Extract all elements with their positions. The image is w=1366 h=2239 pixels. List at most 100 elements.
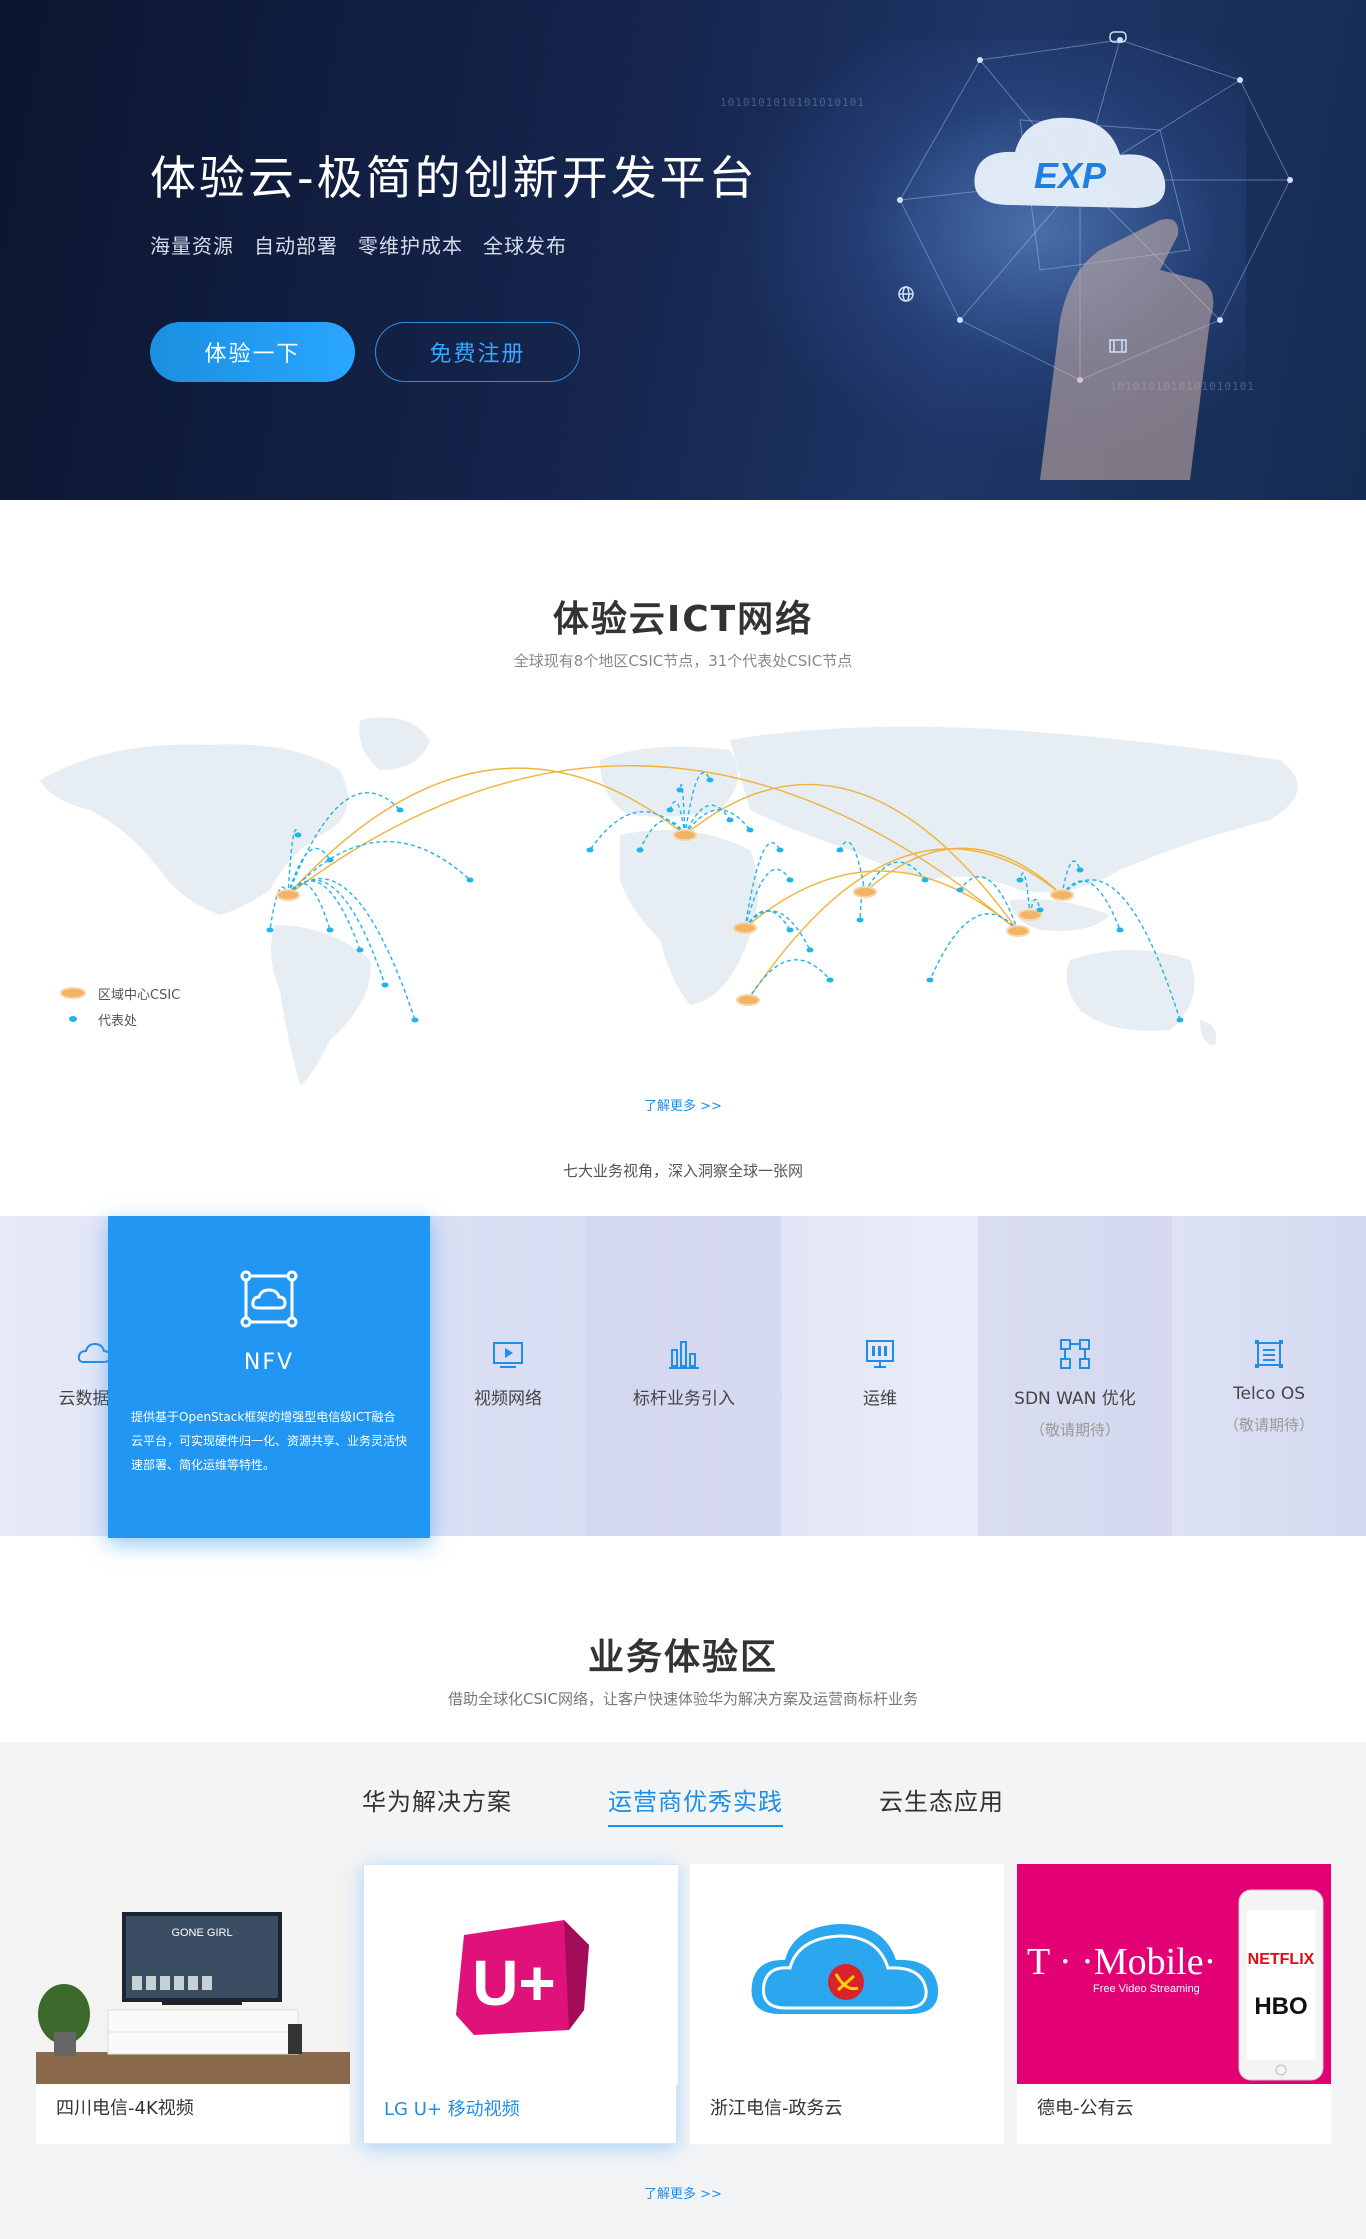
representative-office-marker (69, 1016, 77, 1022)
office-marker (836, 847, 844, 853)
learn-more-link[interactable]: 了解更多 >> (644, 1099, 722, 1114)
case-card[interactable]: GONE GIRL 四川电信-4K视频 (36, 1864, 350, 2144)
hero-title: 体验云-极简的创新开发平台 (150, 151, 758, 205)
perspective-label: 标杆业务引入 (633, 1389, 735, 1409)
gov-cloud-image (690, 1864, 1004, 2084)
office-marker (926, 977, 934, 983)
netflix-logo: NETFLIX (1248, 1951, 1315, 1968)
office-marker (706, 777, 714, 783)
case-caption: 四川电信-4K视频 (56, 2098, 194, 2119)
coming-soon-note: （敬请期待） (1223, 1416, 1314, 1434)
hero-tag: 自动部署 (254, 234, 338, 258)
regional-hub-marker (1006, 925, 1030, 937)
perspective-cloud-data[interactable]: 云数据 (0, 1216, 112, 1536)
case-caption: 德电-公有云 (1037, 2098, 1134, 2119)
office-marker (786, 927, 794, 933)
globe-icon (898, 286, 914, 302)
nfv-title: NFV (243, 1350, 295, 1375)
binary-text: 1010101010101010101 (720, 96, 865, 109)
office-marker (356, 947, 364, 953)
tab-huawei-solutions[interactable]: 华为解决方案 (362, 1782, 512, 1827)
learn-more-link[interactable]: 了解更多 >> (644, 2187, 722, 2202)
coming-soon-note: （敬请期待） (1029, 1421, 1120, 1439)
monitor-icon (866, 1340, 894, 1368)
office-marker (466, 877, 474, 883)
business-title: 业务体验区 (587, 1637, 778, 1678)
perspective-sdn-wan[interactable]: SDN WAN 优化 （敬请期待） (978, 1216, 1172, 1536)
office-marker (411, 1017, 419, 1023)
office-marker (676, 787, 684, 793)
office-marker (326, 927, 334, 933)
office-marker (786, 877, 794, 883)
network-arc (287, 840, 471, 896)
regional-hub-marker (1050, 889, 1074, 901)
office-marker (1176, 1017, 1184, 1023)
register-button[interactable]: 免费注册 (375, 322, 580, 382)
try-now-button[interactable]: 体验一下 (150, 322, 355, 382)
tab-operator-practices[interactable]: 运营商优秀实践 (608, 1782, 783, 1827)
regional-hub-marker (736, 994, 760, 1006)
tv-screen-text: GONE GIRL (171, 1927, 232, 1939)
network-arc (929, 913, 1019, 981)
tmobile-tagline: Free Video Streaming (1093, 1983, 1200, 1995)
office-marker (1016, 877, 1024, 883)
hero-banner: 1010101010101010101 1010101010101010101 … (0, 0, 1366, 500)
office-marker (826, 977, 834, 983)
legend-label: 区域中心CSIC (98, 987, 181, 1003)
tab-cloud-ecosystem[interactable]: 云生态应用 (879, 1782, 1004, 1827)
bar-chart-icon (669, 1341, 699, 1369)
office-marker (396, 807, 404, 813)
office-marker (746, 827, 754, 833)
perspective-label: 视频网络 (474, 1389, 542, 1409)
office-marker (921, 877, 929, 883)
perspective-ops[interactable]: 运维 (782, 1216, 978, 1536)
regional-center-marker (60, 987, 86, 999)
nfv-description: 提供基于OpenStack框架的增强型电信级ICT融合云平台，可实现硬件归一化、… (131, 1410, 408, 1472)
perspective-label: 云数据 (58, 1389, 110, 1409)
office-marker (326, 857, 334, 863)
office-marker (266, 927, 274, 933)
regional-hub-marker (733, 922, 757, 934)
regional-hub-marker (276, 889, 300, 901)
case-caption: 浙江电信-政务云 (710, 2098, 843, 2119)
hero-tag: 海量资源 (150, 234, 234, 258)
sdn-icon (1060, 1339, 1090, 1369)
case-card-active[interactable]: U+ LG U+ 移动视频 (363, 1864, 678, 2144)
case-card[interactable]: T · ·Mobile· Free Video Streaming NETFLI… (1017, 1864, 1331, 2144)
hero-tag: 零维护成本 (358, 234, 463, 258)
perspective-label: SDN WAN 优化 (1014, 1389, 1136, 1409)
office-marker (776, 847, 784, 853)
office-marker (806, 947, 814, 953)
living-room-tv-image: GONE GIRL (36, 1864, 350, 2084)
perspective-nfv-active[interactable]: NFV 提供基于OpenStack框架的增强型电信级ICT融合云平台，可实现硬件… (108, 1216, 430, 1538)
office-marker (1116, 927, 1124, 933)
perspectives-intro: 七大业务视角，深入洞察全球一张网 (562, 1162, 803, 1180)
legend-label: 代表处 (98, 1013, 138, 1029)
office-marker (1076, 867, 1084, 873)
regional-hub-marker (853, 886, 877, 898)
office-marker (856, 917, 864, 923)
map-legend: 区域中心CSIC 代表处 (60, 980, 180, 1032)
hero-tags: 海量资源 自动部署 零维护成本 全球发布 (150, 230, 567, 259)
office-marker (666, 807, 674, 813)
telco-icon (1255, 1340, 1283, 1368)
lg-uplus-logo: U+ (364, 1865, 678, 2085)
office-marker (586, 847, 594, 853)
hero-illustration: EXP (897, 31, 1293, 480)
regional-hub-marker (673, 829, 697, 841)
office-marker (726, 817, 734, 823)
network-arc (747, 959, 831, 1001)
case-card[interactable]: 浙江电信-政务云 (690, 1864, 1004, 2144)
perspective-benchmark[interactable]: 标杆业务引入 (586, 1216, 782, 1536)
cloud-data-icon (77, 1342, 112, 1363)
office-marker (636, 847, 644, 853)
cloud-frame-icon (240, 1270, 298, 1328)
exp-logo-text: EXP (1034, 155, 1107, 196)
perspective-video[interactable]: 视频网络 (430, 1216, 586, 1536)
business-tabs: 华为解决方案 运营商优秀实践 云生态应用 (0, 1782, 1366, 1827)
perspective-telco-os[interactable]: Telco OS （敬请期待） (1172, 1216, 1366, 1536)
hbo-logo: HBO (1254, 1993, 1307, 2020)
office-marker (1036, 907, 1044, 913)
tmobile-image: T · ·Mobile· Free Video Streaming NETFLI… (1017, 1864, 1331, 2084)
case-caption: LG U+ 移动视频 (384, 2099, 520, 2120)
